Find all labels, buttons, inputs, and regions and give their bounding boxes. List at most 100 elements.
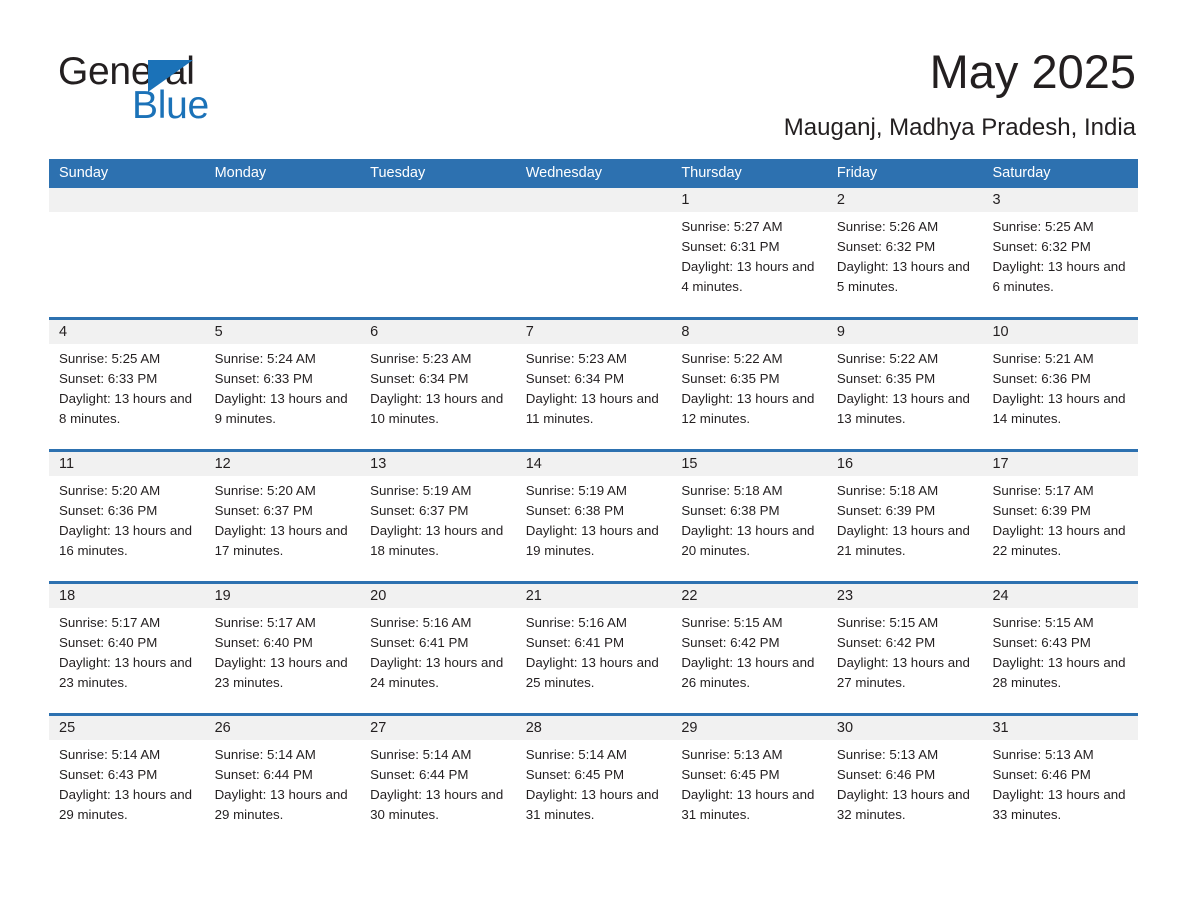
calendar-day-cell[interactable]: 11 Sunrise: 5:20 AM Sunset: 6:36 PM Dayligh… [49,452,205,581]
sunrise-text: Sunrise: 5:14 AM [214,747,316,762]
day-number [515,188,672,212]
day-number: 25 [49,716,205,740]
calendar-day-cell[interactable]: 21 Sunrise: 5:16 AM Sunset: 6:41 PM Dayligh… [515,584,672,713]
calendar-week-row: 1 Sunrise: 5:27 AM Sunset: 6:31 PM Daylight… [49,188,1139,320]
sunrise-text: Sunrise: 5:13 AM [992,747,1094,762]
calendar-day-cell[interactable]: 14 Sunrise: 5:19 AM Sunset: 6:38 PM Dayligh… [515,452,672,581]
calendar-day-cell[interactable]: 25 Sunrise: 5:14 AM Sunset: 6:43 PM Dayligh… [49,716,205,848]
day-details: Sunrise: 5:24 AM Sunset: 6:33 PM Daylight:… [205,344,361,429]
sunrise-text: Sunrise: 5:15 AM [836,615,939,630]
sunset-text: Sunset: 6:37 PM [214,503,313,518]
daylight-text: Daylight: 13 hours and 32 minutes. [836,787,970,822]
day-details: Sunrise: 5:14 AM Sunset: 6:44 PM Daylight:… [360,740,516,825]
calendar-day-cell[interactable]: 19 Sunrise: 5:17 AM Sunset: 6:40 PM Dayligh… [204,584,361,713]
calendar-day-cell[interactable]: 13 Sunrise: 5:19 AM Sunset: 6:37 PM Dayligh… [360,452,516,581]
sunset-text: Sunset: 6:34 PM [370,371,469,386]
calendar-day-cell[interactable]: 27 Sunrise: 5:14 AM Sunset: 6:44 PM Dayligh… [360,716,516,848]
sunrise-text: Sunrise: 5:27 AM [681,219,783,234]
calendar-day-cell[interactable]: 30 Sunrise: 5:13 AM Sunset: 6:46 PM Dayligh… [826,716,983,848]
daylight-text: Daylight: 13 hours and 30 minutes. [370,787,504,822]
calendar-day-cell[interactable]: 3 Sunrise: 5:25 AM Sunset: 6:32 PM Daylight… [982,188,1139,317]
calendar-day-cell[interactable]: 15 Sunrise: 5:18 AM Sunset: 6:38 PM Dayligh… [671,452,827,581]
day-details: Sunrise: 5:23 AM Sunset: 6:34 PM Daylight:… [516,344,672,429]
sunrise-text: Sunrise: 5:17 AM [59,615,161,630]
calendar-day-cell[interactable]: 18 Sunrise: 5:17 AM Sunset: 6:40 PM Dayligh… [49,584,205,713]
day-number: 22 [671,584,827,608]
sunrise-text: Sunrise: 5:20 AM [59,483,161,498]
day-number: 26 [204,716,361,740]
calendar-day-cell[interactable]: 23 Sunrise: 5:15 AM Sunset: 6:42 PM Dayligh… [826,584,983,713]
sunset-text: Sunset: 6:37 PM [370,503,469,518]
calendar-day-cell[interactable]: 16 Sunrise: 5:18 AM Sunset: 6:39 PM Dayligh… [826,452,983,581]
daylight-text: Daylight: 13 hours and 11 minutes. [525,391,659,426]
sunset-text: Sunset: 6:44 PM [214,767,313,782]
daylight-text: Daylight: 13 hours and 20 minutes. [681,523,815,558]
sunset-text: Sunset: 6:34 PM [525,371,625,386]
weekday-header-row: Sunday Monday Tuesday Wednesday Thursday Frid… [49,159,1138,188]
calendar-week-row: 11 Sunrise: 5:20 AM Sunset: 6:36 PM Dayligh… [49,452,1139,584]
calendar-day-cell[interactable]: 8 Sunrise: 5:22 AM Sunset: 6:35 PM Daylight… [671,320,827,449]
day-details: Sunrise: 5:20 AM Sunset: 6:37 PM Daylight:… [205,476,361,561]
calendar-day-cell[interactable]: 7 Sunrise: 5:23 AM Sunset: 6:34 PM Daylight… [515,320,672,449]
sunrise-text: Sunrise: 5:23 AM [525,351,627,366]
day-number: 11 [49,452,205,476]
day-details: Sunrise: 5:14 AM Sunset: 6:45 PM Daylight:… [516,740,672,825]
weekday-header-monday: Monday [214,165,267,181]
sunset-text: Sunset: 6:32 PM [836,239,936,254]
day-details: Sunrise: 5:20 AM Sunset: 6:36 PM Daylight:… [49,476,205,561]
calendar-day-cell[interactable]: 24 Sunrise: 5:15 AM Sunset: 6:43 PM Dayligh… [982,584,1139,713]
daylight-text: Daylight: 13 hours and 13 minutes. [836,391,970,426]
calendar-day-cell[interactable]: 1 Sunrise: 5:27 AM Sunset: 6:31 PM Daylight… [671,188,827,317]
day-number: 6 [360,320,516,344]
day-details: Sunrise: 5:13 AM Sunset: 6:46 PM Daylight:… [982,740,1138,825]
day-details: Sunrise: 5:13 AM Sunset: 6:45 PM Daylight:… [671,740,827,825]
calendar-day-cell[interactable]: 26 Sunrise: 5:14 AM Sunset: 6:44 PM Dayligh… [204,716,361,848]
day-number: 30 [826,716,983,740]
sunrise-text: Sunrise: 5:24 AM [214,351,316,366]
daylight-text: Daylight: 13 hours and 31 minutes. [681,787,815,822]
calendar-day-cell[interactable]: 10 Sunrise: 5:21 AM Sunset: 6:36 PM Dayligh… [982,320,1139,449]
sunset-text: Sunset: 6:40 PM [214,635,313,650]
day-number: 7 [515,320,672,344]
day-details: Sunrise: 5:19 AM Sunset: 6:37 PM Daylight:… [360,476,516,561]
daylight-text: Daylight: 13 hours and 6 minutes. [992,259,1126,294]
calendar-day-cell[interactable]: 22 Sunrise: 5:15 AM Sunset: 6:42 PM Dayligh… [671,584,827,713]
calendar-day-cell[interactable]: 9 Sunrise: 5:22 AM Sunset: 6:35 PM Daylight… [826,320,983,449]
calendar-week-row: 4 Sunrise: 5:25 AM Sunset: 6:33 PM Daylight… [49,320,1139,452]
calendar-day-cell[interactable]: 28 Sunrise: 5:14 AM Sunset: 6:45 PM Dayligh… [515,716,672,848]
calendar-day-cell[interactable]: 4 Sunrise: 5:25 AM Sunset: 6:33 PM Daylight… [49,320,205,449]
day-number: 21 [515,584,672,608]
sunrise-text: Sunrise: 5:17 AM [214,615,316,630]
sunrise-text: Sunrise: 5:14 AM [370,747,472,762]
day-details: Sunrise: 5:17 AM Sunset: 6:40 PM Daylight:… [49,608,205,693]
calendar-day-cell[interactable]: 12 Sunrise: 5:20 AM Sunset: 6:37 PM Dayligh… [204,452,361,581]
day-number: 10 [982,320,1139,344]
daylight-text: Daylight: 13 hours and 5 minutes. [836,259,970,294]
calendar-day-cell[interactable]: 29 Sunrise: 5:13 AM Sunset: 6:45 PM Dayligh… [671,716,827,848]
day-details: Sunrise: 5:13 AM Sunset: 6:46 PM Daylight:… [827,740,983,825]
day-number: 19 [204,584,361,608]
sunset-text: Sunset: 6:40 PM [59,635,158,650]
day-number: 1 [671,188,827,212]
sunrise-text: Sunrise: 5:15 AM [992,615,1094,630]
day-details: Sunrise: 5:25 AM Sunset: 6:33 PM Daylight:… [49,344,205,429]
day-number: 18 [49,584,205,608]
daylight-text: Daylight: 13 hours and 27 minutes. [836,655,970,690]
calendar-day-cell-empty [515,188,672,317]
calendar-day-cell[interactable]: 20 Sunrise: 5:16 AM Sunset: 6:41 PM Dayligh… [360,584,516,713]
calendar-day-cell[interactable]: 6 Sunrise: 5:23 AM Sunset: 6:34 PM Daylight… [360,320,516,449]
weekday-header-saturday: Saturday [992,165,1051,181]
daylight-text: Daylight: 13 hours and 28 minutes. [992,655,1126,690]
calendar-day-cell[interactable]: 17 Sunrise: 5:17 AM Sunset: 6:39 PM Dayligh… [982,452,1139,581]
calendar-day-cell[interactable]: 2 Sunrise: 5:26 AM Sunset: 6:32 PM Daylight… [826,188,983,317]
weekday-header-wednesday: Wednesday [525,165,603,181]
calendar-day-cell[interactable]: 5 Sunrise: 5:24 AM Sunset: 6:33 PM Daylight… [204,320,361,449]
sunset-text: Sunset: 6:38 PM [681,503,780,518]
day-details: Sunrise: 5:26 AM Sunset: 6:32 PM Daylight:… [827,212,983,297]
sunrise-text: Sunrise: 5:20 AM [214,483,316,498]
day-details: Sunrise: 5:15 AM Sunset: 6:42 PM Daylight:… [827,608,983,693]
day-number: 4 [49,320,205,344]
calendar-day-cell[interactable]: 31 Sunrise: 5:13 AM Sunset: 6:46 PM Dayligh… [982,716,1139,848]
sunset-text: Sunset: 6:42 PM [836,635,936,650]
daylight-text: Daylight: 13 hours and 23 minutes. [59,655,193,690]
